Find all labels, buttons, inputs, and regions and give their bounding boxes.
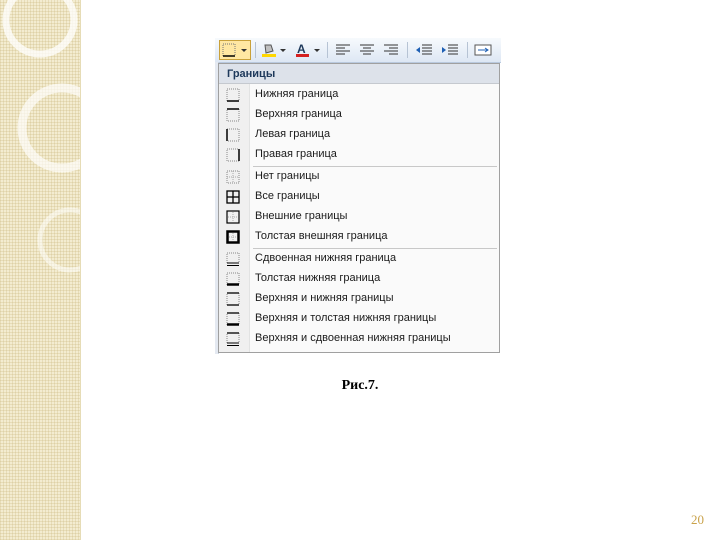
menu-item-label: Правая граница [255, 148, 337, 160]
toolbar-separator [327, 42, 328, 58]
double-bottom-border-icon [226, 252, 240, 266]
menu-item-no-border[interactable]: Нет границы [219, 167, 499, 187]
thick-bottom-border-icon [226, 272, 240, 286]
all-borders-icon [226, 190, 240, 204]
menu-item-label: Нижняя граница [255, 88, 339, 100]
borders-dropdown-menu: Границы Нижняя граница Верхняя граница Л… [218, 63, 500, 353]
align-center-icon [360, 44, 374, 55]
menu-item-label: Толстая внешняя граница [255, 230, 388, 242]
excel-borders-menu-screenshot: A Границы Нижняя граница Верхняя граница… [215, 38, 501, 354]
menu-item-label: Верхняя и нижняя границы [255, 292, 394, 304]
menu-item-label: Левая граница [255, 128, 331, 140]
borders-button[interactable] [219, 40, 251, 60]
menu-item-bottom-border[interactable]: Нижняя граница [219, 85, 499, 105]
merge-cells-button[interactable] [473, 41, 499, 59]
font-color-icon: A [296, 42, 320, 57]
align-right-button[interactable] [381, 41, 401, 59]
menu-item-right-border[interactable]: Правая граница [219, 145, 499, 165]
menu-item-all-borders[interactable]: Все границы [219, 187, 499, 207]
menu-item-label: Верхняя и толстая нижняя границы [255, 312, 437, 324]
menu-item-label: Верхняя и сдвоенная нижняя границы [255, 332, 451, 344]
top-border-icon [226, 108, 240, 122]
outside-borders-icon [226, 210, 240, 224]
decorative-circles [2, 0, 80, 273]
fill-color-icon [262, 44, 286, 57]
menu-item-top-double-bottom-border[interactable]: Верхняя и сдвоенная нижняя границы [219, 329, 499, 349]
menu-item-label: Нет границы [255, 170, 320, 182]
bottom-border-icon [226, 88, 240, 102]
decrease-indent-button[interactable] [413, 41, 435, 59]
menu-item-top-border[interactable]: Верхняя граница [219, 105, 499, 125]
font-color-button[interactable]: A [293, 41, 323, 59]
decrease-indent-icon [416, 44, 432, 55]
increase-indent-icon [442, 44, 458, 55]
decorative-side-band [0, 0, 81, 540]
menu-item-thick-box-border[interactable]: Толстая внешняя граница [219, 227, 499, 247]
menu-item-label: Сдвоенная нижняя граница [255, 252, 397, 264]
merge-cells-icon [474, 44, 492, 56]
menu-item-label: Все границы [255, 190, 320, 202]
menu-item-outside-borders[interactable]: Внешние границы [219, 207, 499, 227]
top-thick-bottom-border-icon [226, 312, 240, 326]
thick-box-border-icon [226, 230, 240, 244]
figure-caption: Рис.7. [341, 378, 379, 393]
no-border-icon [226, 170, 240, 184]
toolbar-separator [407, 42, 408, 58]
align-left-icon [336, 44, 350, 55]
menu-item-label: Верхняя граница [255, 108, 342, 120]
menu-item-label: Внешние границы [255, 210, 348, 222]
svg-text:A: A [297, 42, 306, 56]
menu-item-left-border[interactable]: Левая граница [219, 125, 499, 145]
right-border-icon [226, 148, 240, 162]
menu-item-top-thick-bottom-border[interactable]: Верхняя и толстая нижняя границы [219, 309, 499, 329]
menu-item-top-bottom-border[interactable]: Верхняя и нижняя границы [219, 289, 499, 309]
top-double-bottom-border-icon [226, 332, 240, 346]
align-left-button[interactable] [333, 41, 353, 59]
align-center-button[interactable] [357, 41, 377, 59]
page-number: 20 [691, 512, 704, 527]
menu-item-double-bottom-border[interactable]: Сдвоенная нижняя граница [219, 249, 499, 269]
left-border-icon [226, 128, 240, 142]
toolbar-separator [467, 42, 468, 58]
top-bottom-border-icon [226, 292, 240, 306]
increase-indent-button[interactable] [439, 41, 461, 59]
borders-icon [222, 43, 247, 57]
menu-item-thick-bottom-border[interactable]: Толстая нижняя граница [219, 269, 499, 289]
menu-item-label: Толстая нижняя граница [255, 272, 381, 284]
align-right-icon [384, 44, 398, 55]
menu-header: Границы [219, 64, 499, 84]
fill-color-button[interactable] [259, 41, 289, 59]
toolbar-separator [255, 42, 256, 58]
ribbon-toolbar: A [215, 38, 501, 63]
